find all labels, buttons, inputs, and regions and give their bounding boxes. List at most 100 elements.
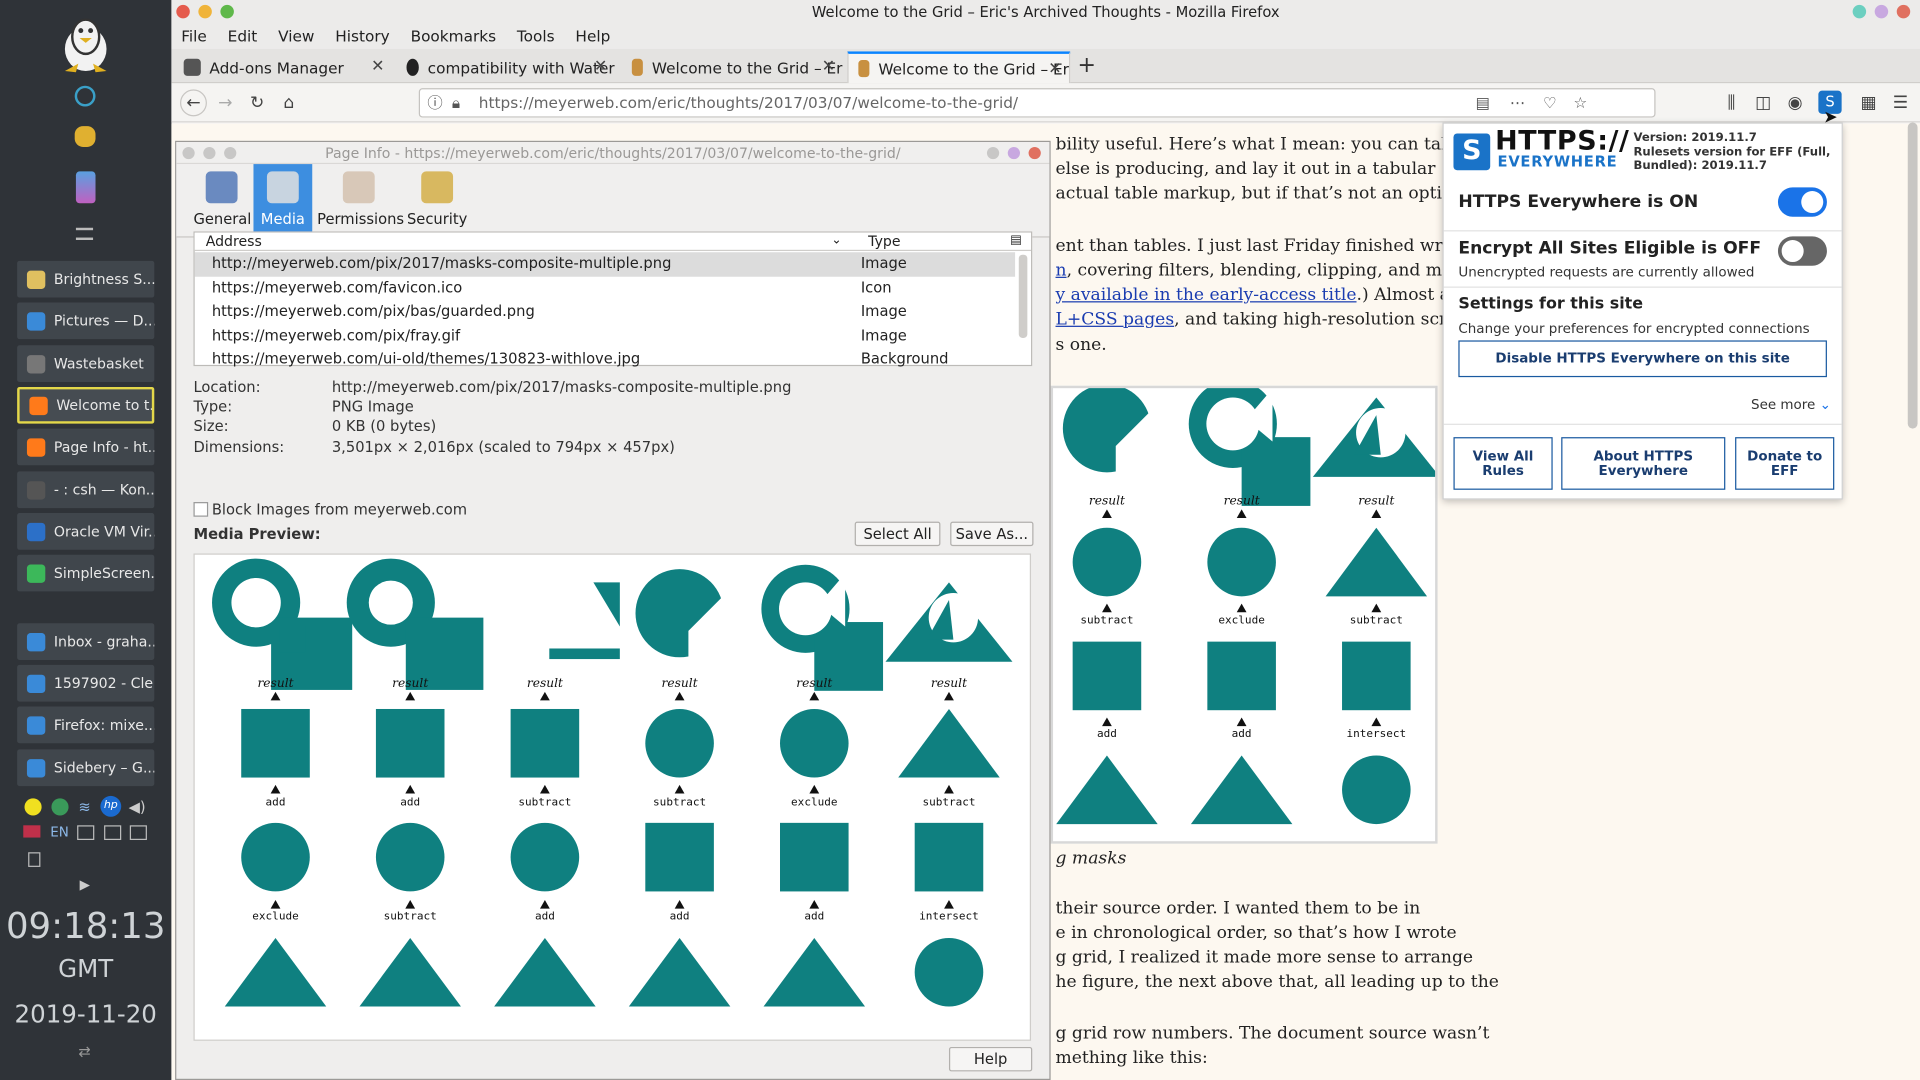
home-icon[interactable]: ⌂ (279, 93, 299, 113)
reload-icon[interactable]: ↻ (247, 93, 267, 113)
all-desktops-icon[interactable] (1874, 4, 1889, 19)
page-actions-icon[interactable]: ⋯ (1510, 89, 1525, 116)
keyboard-layout[interactable]: EN (50, 824, 69, 840)
dialog-shade-icon[interactable] (1007, 146, 1021, 160)
panel-settings-icon[interactable]: ⇄ (78, 1043, 90, 1060)
brightness-tray-icon[interactable] (24, 798, 42, 816)
maximize-window-icon[interactable] (220, 4, 234, 19)
uk-flag-icon[interactable] (23, 825, 41, 838)
table-row[interactable]: https://meyerweb.com/pix/bas/guarded.png… (195, 300, 1015, 324)
task-3[interactable]: Wastebasket (17, 345, 155, 383)
site-info-icon[interactable]: ⓘ (427, 89, 442, 116)
menu-bookmarks[interactable]: Bookmarks (411, 24, 508, 48)
tab-media[interactable]: Media (253, 164, 313, 238)
https-on-toggle[interactable] (1777, 187, 1827, 217)
clipboard-icon[interactable] (28, 852, 41, 867)
tab-welcome-grid[interactable]: Welcome to the Grid – Er ✕ (622, 51, 842, 83)
task-5[interactable]: Page Info - ht... (17, 428, 155, 466)
forward-icon[interactable]: → (216, 93, 236, 113)
app-launcher-icon[interactable] (74, 85, 96, 107)
tab-permissions[interactable]: Permissions (317, 164, 404, 237)
reader-view-icon[interactable]: ▤ (1476, 89, 1490, 116)
dialog-pin-icon[interactable] (986, 146, 1000, 160)
article-link[interactable]: n (1056, 261, 1067, 281)
column-type[interactable]: Type (868, 233, 900, 250)
tab-github[interactable]: compatibility with Water ✕ (397, 51, 615, 83)
battery-icon[interactable] (77, 825, 95, 841)
minimize-dialog-icon[interactable] (203, 146, 216, 160)
window-menu-icon[interactable] (1896, 4, 1911, 19)
task-4[interactable]: Welcome to t... (17, 386, 155, 424)
view-all-rules-button[interactable]: View All Rules (1453, 437, 1553, 490)
task-8[interactable]: SimpleScreen... (17, 554, 155, 592)
keep-above-icon[interactable] (1852, 4, 1867, 19)
help-button[interactable]: Help (948, 1046, 1033, 1072)
volume-icon[interactable]: ◀) (129, 798, 146, 815)
early-access-link[interactable]: y available in the early-access title (1056, 285, 1357, 305)
task-1[interactable]: Brightness S... (17, 260, 155, 298)
sidebar-icon[interactable]: ◫ (1753, 93, 1773, 113)
css-pages-link[interactable]: L+CSS pages (1056, 310, 1175, 330)
close-dialog-icon[interactable] (182, 146, 195, 160)
close-window-icon[interactable] (176, 4, 190, 19)
dialog-menu-icon[interactable] (1028, 146, 1041, 160)
minimize-window-icon[interactable] (198, 4, 212, 19)
lock-icon[interactable]: 🔒︎ (452, 89, 460, 116)
tab-welcome-grid-active[interactable]: Welcome to the Grid – Er ✕ (847, 51, 1071, 84)
calendar-icon[interactable] (104, 825, 122, 841)
tab-security[interactable]: Security (407, 164, 468, 237)
tab-addons[interactable]: Add-ons Manager ✕ (174, 51, 392, 83)
table-row[interactable]: https://meyerweb.com/ui-old/themes/13082… (195, 348, 1015, 372)
select-all-button[interactable]: Select All (854, 521, 941, 547)
task-10[interactable]: 1597902 - Cle... (17, 664, 155, 702)
see-more-link[interactable]: See more ⌄ (1751, 397, 1831, 413)
column-address[interactable]: Address (206, 233, 262, 250)
clock[interactable]: 09:18:13 GMT 2019-11-20 (0, 904, 171, 1036)
kettle-icon[interactable] (74, 126, 96, 147)
pocket-icon[interactable]: ♡ (1543, 89, 1557, 116)
new-tab-icon[interactable]: + (1078, 53, 1096, 79)
table-scrollbar[interactable] (1018, 254, 1028, 338)
show-desktop-icon[interactable] (75, 227, 94, 241)
network-tray-icon[interactable] (51, 798, 69, 816)
column-picker-icon[interactable]: ▤ (1010, 233, 1022, 250)
url-bar[interactable]: ⓘ 🔒︎ https://meyerweb.com/eric/thoughts/… (418, 88, 1656, 118)
dialog-titlebar[interactable]: Page Info - https://meyerweb.com/eric/th… (176, 142, 1050, 165)
encrypt-toggle[interactable] (1777, 236, 1827, 266)
menu-history[interactable]: History (335, 24, 400, 48)
back-icon[interactable]: ← (180, 89, 207, 117)
library-icon[interactable]: ⫼ (1722, 93, 1742, 113)
menu-help[interactable]: Help (575, 24, 621, 48)
hp-icon[interactable]: hp (100, 795, 122, 817)
task-11[interactable]: Firefox: mixe... (17, 706, 155, 744)
task-2[interactable]: Pictures — D... (17, 302, 155, 340)
expand-tray-icon[interactable]: ▶ (80, 877, 90, 893)
display-icon[interactable] (129, 825, 147, 841)
menu-tools[interactable]: Tools (517, 24, 566, 48)
maximize-dialog-icon[interactable] (224, 146, 237, 160)
donate-button[interactable]: Donate to EFF (1735, 437, 1835, 490)
table-row[interactable]: https://meyerweb.com/favicon.ico Icon (195, 276, 1015, 300)
close-tab-icon[interactable]: ✕ (594, 58, 607, 76)
wifi-icon[interactable]: ≋ (78, 798, 90, 815)
block-images-checkbox[interactable] (193, 502, 209, 517)
table-row[interactable]: http://meyerweb.com/pix/2017/masks-compo… (194, 252, 1016, 277)
task-7[interactable]: Oracle VM Vir... (17, 513, 155, 550)
menu-view[interactable]: View (278, 24, 325, 48)
table-row[interactable]: https://meyerweb.com/pix/fray.gif Image (195, 324, 1015, 348)
menu-file[interactable]: File (181, 24, 218, 48)
hamburger-menu-icon[interactable]: ☰ (1891, 93, 1911, 113)
window-titlebar[interactable]: Welcome to the Grid – Eric's Archived Th… (171, 0, 1920, 25)
bookmark-star-icon[interactable]: ☆ (1573, 89, 1587, 116)
close-tab-icon[interactable]: ✕ (371, 58, 384, 76)
account-icon[interactable]: ◉ (1785, 93, 1805, 113)
disable-site-button[interactable]: Disable HTTPS Everywhere on this site (1458, 340, 1827, 378)
block-images-label[interactable]: Block Images from meyerweb.com (212, 501, 467, 518)
menu-edit[interactable]: Edit (228, 24, 269, 48)
close-tab-icon[interactable]: ✕ (822, 58, 835, 76)
tab-general[interactable]: General (193, 164, 251, 237)
task-12[interactable]: Sidebery – G... (17, 749, 155, 787)
task-6[interactable]: - : csh — Kon... (17, 471, 155, 509)
task-9[interactable]: Inbox - graha... (17, 623, 155, 661)
tux-logo-icon[interactable] (56, 12, 115, 73)
